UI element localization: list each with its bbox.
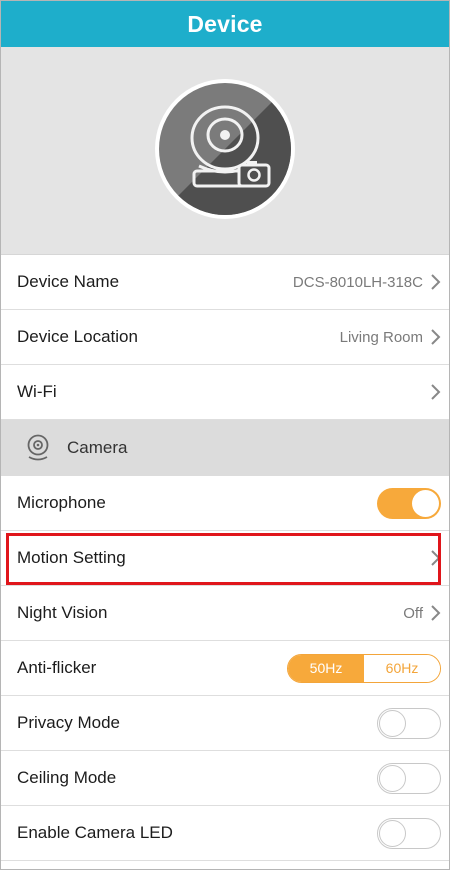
device-location-row[interactable]: Device Location Living Room (1, 310, 449, 365)
toggle-knob (379, 709, 406, 737)
chevron-right-icon (431, 605, 441, 621)
ceiling-mode-label: Ceiling Mode (17, 768, 117, 787)
camera-device-icon (155, 79, 295, 219)
toggle-knob (379, 764, 406, 792)
app-header: Device (1, 1, 449, 47)
camera-section-header: Camera (1, 420, 449, 476)
motion-setting-row[interactable]: Motion Setting (1, 531, 449, 586)
toggle-knob (412, 489, 439, 517)
device-name-row[interactable]: Device Name DCS-8010LH-318C (1, 255, 449, 310)
microphone-label: Microphone (17, 493, 106, 512)
microphone-toggle[interactable] (377, 487, 441, 519)
ceiling-mode-toggle[interactable] (377, 762, 441, 794)
night-vision-value: Off (403, 604, 423, 622)
device-name-label: Device Name (17, 272, 120, 291)
device-image-panel (1, 47, 449, 255)
device-location-label: Device Location (17, 327, 138, 346)
night-vision-label: Night Vision (17, 603, 108, 622)
camera-led-toggle[interactable] (377, 817, 441, 849)
microphone-row: Microphone (1, 476, 449, 531)
device-avatar[interactable] (154, 78, 296, 220)
anti-flicker-60hz-option[interactable]: 60Hz (364, 654, 440, 682)
chevron-right-icon (431, 274, 441, 290)
camera-led-label: Enable Camera LED (17, 823, 173, 842)
device-settings-screen: Device Device Name DCS-8010LH-318C Devic… (0, 0, 450, 870)
anti-flicker-50hz-option[interactable]: 50Hz (288, 654, 364, 682)
privacy-mode-toggle[interactable] (377, 707, 441, 739)
ceiling-mode-row: Ceiling Mode (1, 751, 449, 806)
privacy-mode-row: Privacy Mode (1, 696, 449, 751)
wifi-row[interactable]: Wi-Fi (1, 365, 449, 420)
camera-section-label: Camera (67, 438, 128, 457)
motion-setting-label: Motion Setting (17, 548, 126, 567)
anti-flicker-segmented-control: 50Hz 60Hz (287, 653, 441, 683)
device-location-value: Living Room (339, 328, 423, 346)
wifi-label: Wi-Fi (17, 382, 57, 401)
chevron-right-icon (431, 329, 441, 345)
anti-flicker-label: Anti-flicker (17, 658, 97, 677)
privacy-mode-label: Privacy Mode (17, 713, 120, 732)
camera-icon (27, 434, 49, 461)
chevron-right-icon (431, 384, 441, 400)
camera-led-row: Enable Camera LED (1, 806, 449, 861)
page-title: Device (187, 10, 263, 37)
chevron-right-icon (431, 550, 441, 566)
toggle-knob (379, 819, 406, 847)
night-vision-row[interactable]: Night Vision Off (1, 586, 449, 641)
anti-flicker-row: Anti-flicker 50Hz 60Hz (1, 641, 449, 696)
device-name-value: DCS-8010LH-318C (292, 273, 423, 291)
